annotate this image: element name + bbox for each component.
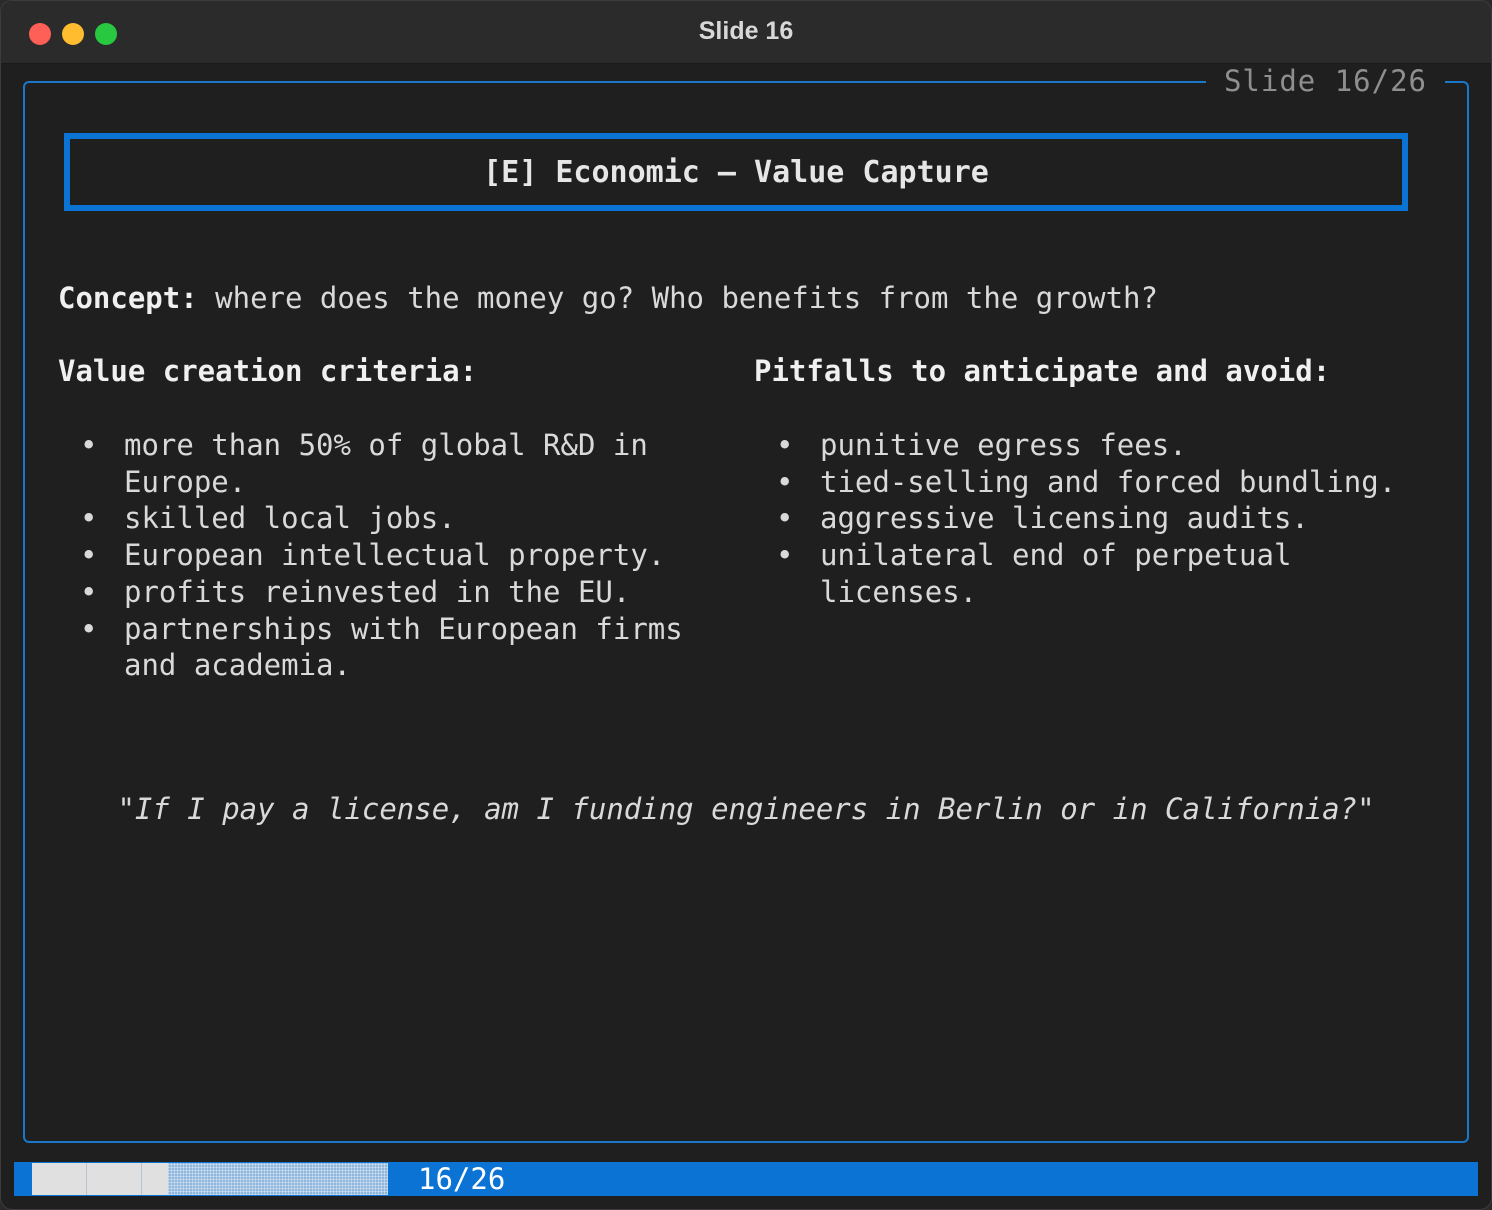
concept-text: where does the money go? Who benefits fr… — [197, 281, 1158, 315]
slide-title: [E] Economic — Value Capture — [483, 154, 989, 190]
progress-partial-fill — [168, 1163, 388, 1195]
app-window: Slide 16 Slide 16/26 [E] Economic — Valu… — [0, 0, 1492, 1210]
progress-segment-divider — [86, 1163, 87, 1195]
slide-progress-bar — [32, 1163, 400, 1195]
list-item: tied-selling and forced bundling. — [772, 464, 1432, 501]
value-creation-heading: Value creation criteria: — [58, 354, 478, 388]
pitfalls-heading: Pitfalls to anticipate and avoid: — [754, 354, 1331, 388]
slide-frame-label: Slide 16/26 — [1205, 64, 1445, 98]
terminal-content: Slide 16/26 [E] Economic — Value Capture… — [14, 64, 1478, 1197]
window-title: Slide 16 — [698, 17, 794, 45]
list-item: aggressive licensing audits. — [772, 500, 1432, 537]
list-item: more than 50% of global R&D in Europe. — [76, 427, 716, 500]
list-item: European intellectual property. — [76, 537, 716, 574]
slide-counter: 16/26 — [418, 1162, 506, 1196]
progress-fill — [32, 1163, 168, 1195]
title-bar: Slide 16 — [1, 1, 1491, 64]
slide-title-box: [E] Economic — Value Capture — [64, 133, 1408, 211]
list-item: partnerships with European firms and aca… — [76, 611, 716, 684]
concept-line: Concept: where does the money go? Who be… — [58, 281, 1158, 315]
list-item: unilateral end of perpetual licenses. — [772, 537, 1432, 610]
value-creation-list: more than 50% of global R&D in Europe. s… — [76, 427, 716, 684]
list-item: punitive egress fees. — [772, 427, 1432, 464]
concept-label: Concept: — [58, 281, 198, 315]
progress-segment-divider — [141, 1163, 142, 1195]
status-bar: 16/26 — [14, 1162, 1478, 1196]
list-item: profits reinvested in the EU. — [76, 574, 716, 611]
list-item: skilled local jobs. — [76, 500, 716, 537]
pitfalls-list: punitive egress fees. tied-selling and f… — [772, 427, 1432, 611]
slide-quote: "If I pay a license, am I funding engine… — [117, 792, 1375, 826]
